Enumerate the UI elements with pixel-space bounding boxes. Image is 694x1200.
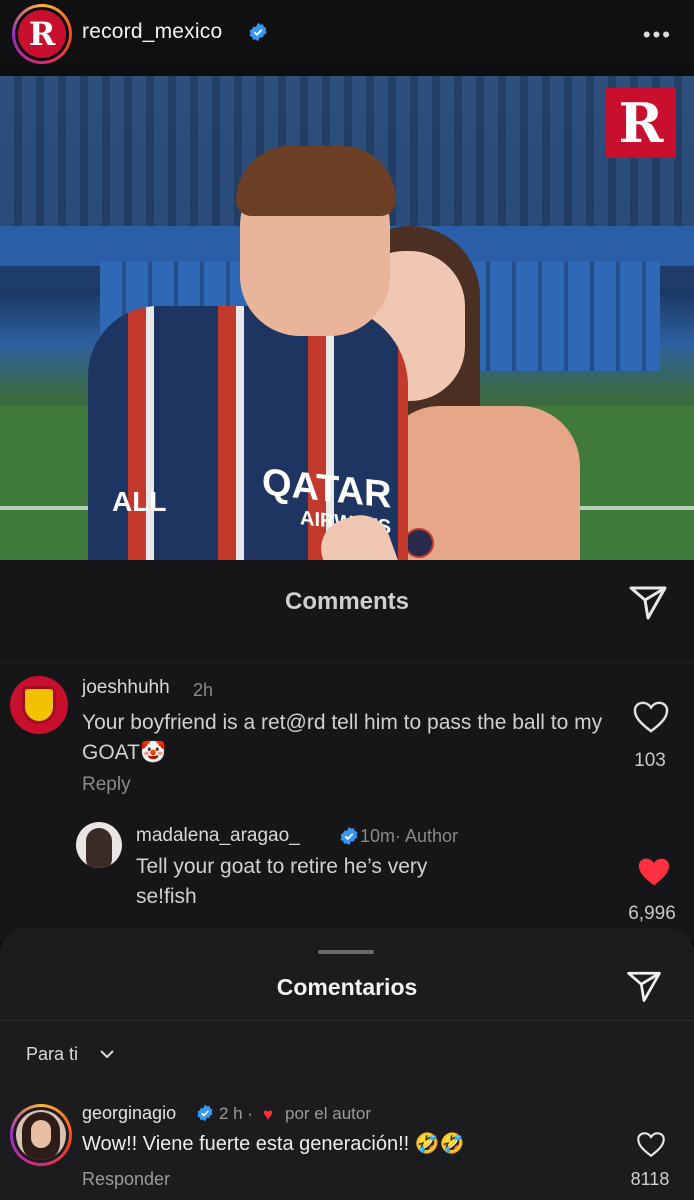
author-liked-heart-icon: ♥ bbox=[263, 1105, 274, 1124]
reply-meta: 10m· Author bbox=[360, 826, 459, 846]
comment-time: 2h bbox=[193, 680, 214, 700]
reply-like-count: 6,996 bbox=[628, 903, 676, 924]
sheet-comment-time: 2 h · bbox=[219, 1104, 254, 1123]
verified-badge-icon bbox=[197, 1104, 213, 1122]
sheet-title: Comentarios bbox=[276, 974, 418, 1000]
comments-title: Comments bbox=[284, 588, 410, 615]
reply-text: Tell your goat to retire he’s very se!fi… bbox=[136, 855, 428, 908]
send-icon[interactable] bbox=[626, 580, 670, 624]
comment-text: Your boyfriend is a ret@rd tell him to p… bbox=[82, 711, 603, 764]
verified-badge-icon bbox=[340, 826, 358, 846]
commenter-avatar[interactable] bbox=[10, 676, 68, 734]
more-options-icon[interactable]: ••• bbox=[643, 22, 672, 48]
sheet-comment-like-count: 8118 bbox=[630, 1169, 670, 1189]
liked-by-author-label: por el autor bbox=[285, 1104, 371, 1123]
sheet-reply-button[interactable]: Responder bbox=[82, 1169, 170, 1190]
sheet-comment-username[interactable]: georginagio bbox=[82, 1103, 176, 1124]
post-header: R record_mexico ••• bbox=[0, 0, 694, 70]
send-icon[interactable] bbox=[624, 966, 664, 1006]
liked-heart-icon[interactable] bbox=[636, 856, 672, 888]
like-heart-icon[interactable] bbox=[632, 700, 670, 734]
comment-username[interactable]: joeshhuhh bbox=[82, 677, 170, 699]
shirt-sleeve-text: ALL bbox=[112, 486, 167, 517]
profile-avatar[interactable]: R bbox=[12, 4, 72, 64]
sheet-drag-handle[interactable] bbox=[318, 950, 374, 954]
comment-like-count: 103 bbox=[634, 750, 666, 771]
psg-crest-icon bbox=[404, 528, 434, 558]
reply-username[interactable]: madalena_aragao_ bbox=[136, 825, 300, 847]
record-logo-icon: R bbox=[18, 10, 66, 58]
sheet-comment-text: Wow!! Viene fuerte esta generación!! 🤣🤣 bbox=[82, 1133, 465, 1155]
reply-avatar[interactable] bbox=[76, 822, 122, 868]
like-heart-icon[interactable] bbox=[636, 1131, 666, 1158]
verified-badge-icon bbox=[249, 22, 267, 42]
post-photo[interactable]: QATAR AIRWAYS ALL R bbox=[0, 76, 694, 560]
reply-button[interactable]: Reply bbox=[82, 774, 131, 796]
post-username[interactable]: record_mexico bbox=[82, 20, 222, 44]
sort-dropdown[interactable]: Para ti bbox=[26, 1044, 78, 1065]
chevron-down-icon[interactable] bbox=[98, 1045, 116, 1063]
comments-sheet bbox=[0, 928, 694, 1200]
club-crest-icon bbox=[22, 686, 56, 724]
commenter-avatar[interactable] bbox=[10, 1104, 72, 1166]
record-watermark-logo: R bbox=[606, 88, 676, 158]
